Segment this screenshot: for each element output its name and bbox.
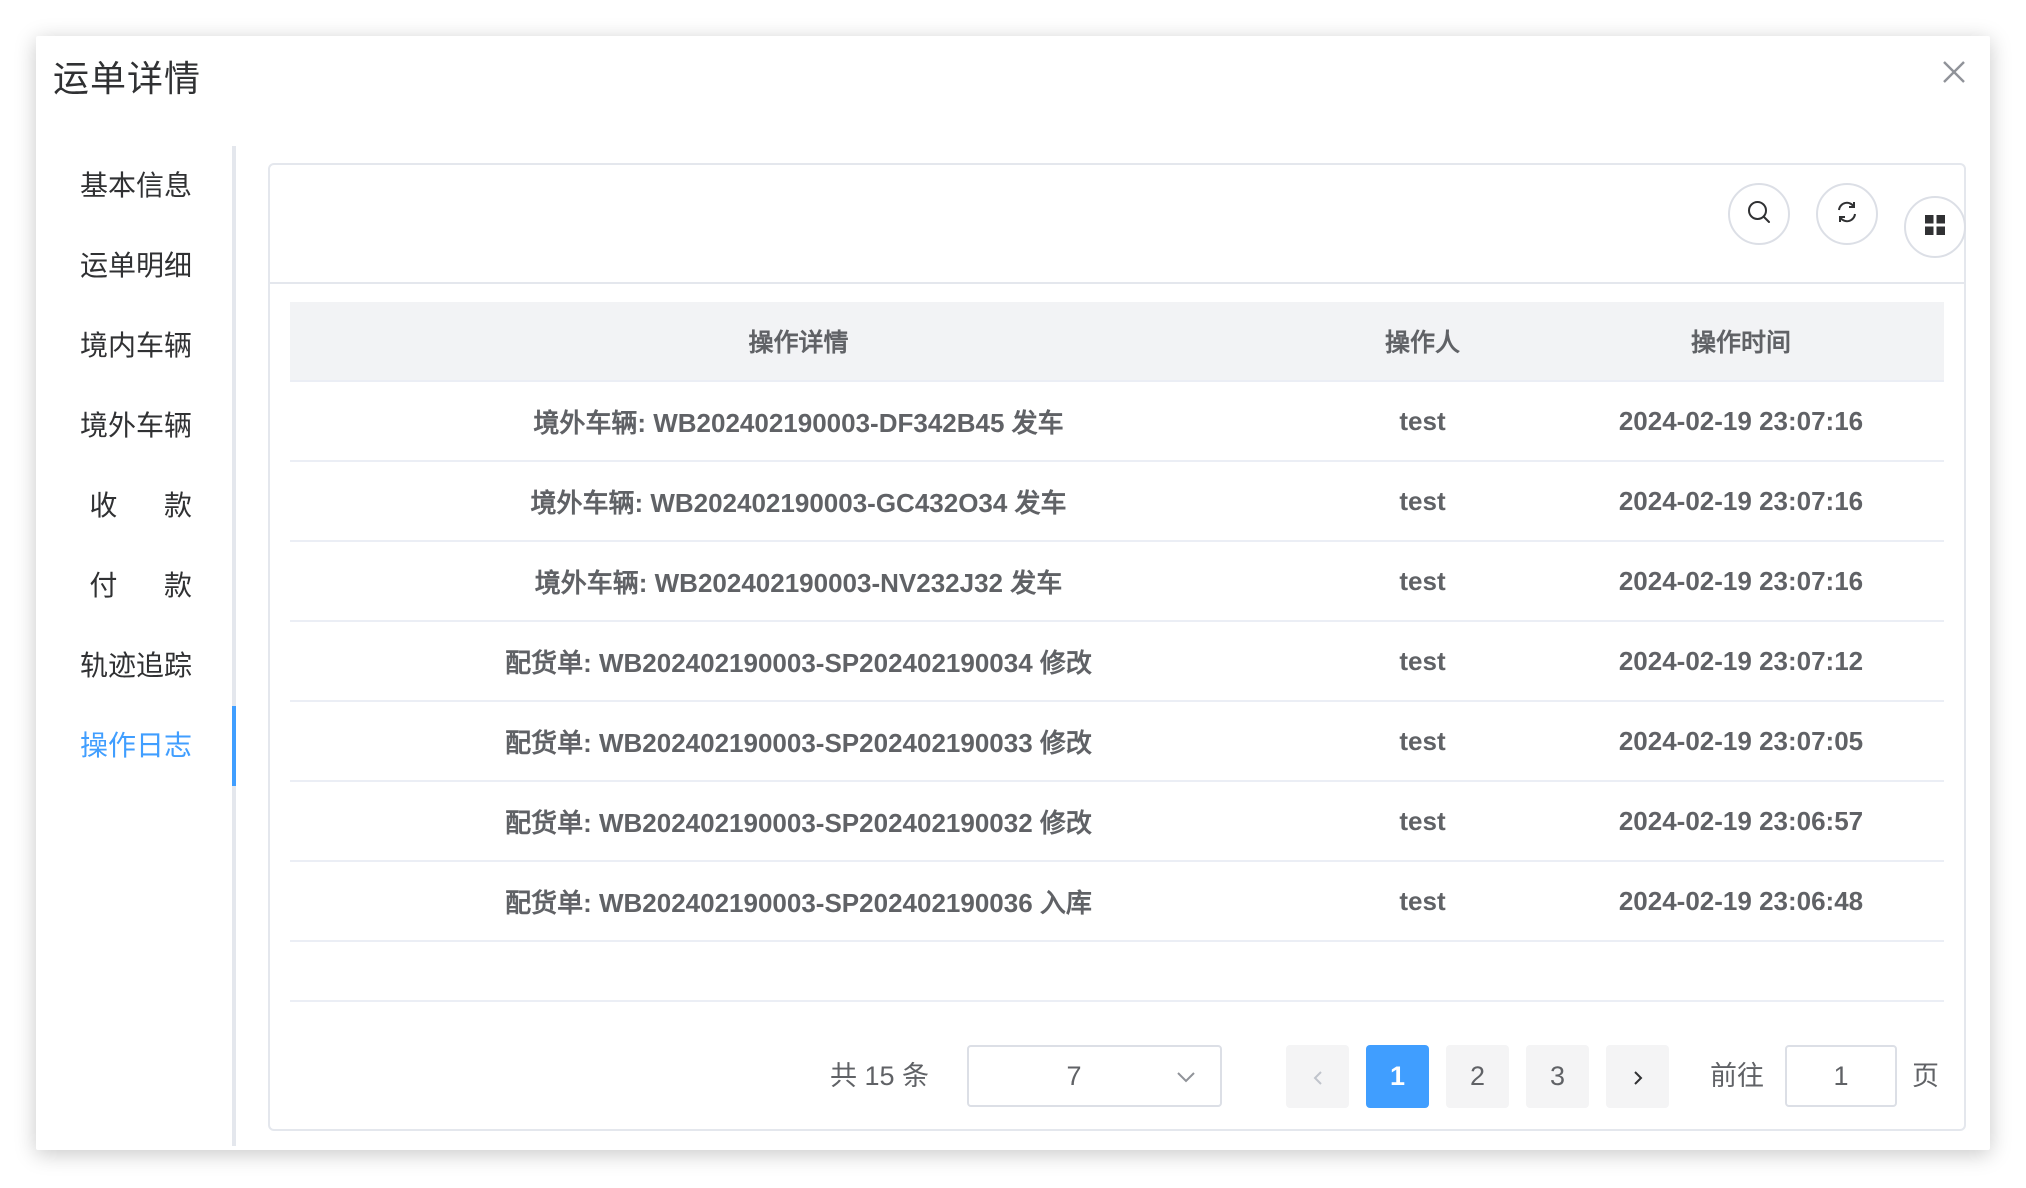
column-header-operator: 操作人 — [1384, 329, 1460, 357]
nav-item-payment[interactable]: 付 款 — [36, 546, 232, 626]
search-button[interactable] — [1728, 183, 1790, 245]
dialog-title: 运单详情 — [53, 58, 202, 99]
table-footer-spacer — [290, 942, 1944, 1002]
table-row: 配货单: WB202402190003-SP202402190032 修改 te… — [290, 782, 1944, 862]
cell-operator: test — [1399, 805, 1446, 836]
close-icon[interactable] — [1936, 54, 1972, 90]
chevron-down-icon — [1174, 1065, 1198, 1094]
table-row: 配货单: WB202402190003-SP202402190033 修改 te… — [290, 702, 1944, 782]
table-row: 配货单: WB202402190003-SP202402190034 修改 te… — [290, 622, 1944, 702]
cell-detail: 配货单: WB202402190003-SP202402190032 修改 — [505, 807, 1092, 838]
nav-active-indicator — [232, 706, 236, 786]
cell-operator: test — [1399, 485, 1446, 516]
cell-time: 2024-02-19 23:07:16 — [1618, 565, 1864, 596]
cell-detail: 境外车辆: WB202402190003-GC432O34 发车 — [530, 487, 1067, 518]
cell-time: 2024-02-19 23:07:12 — [1618, 645, 1864, 676]
operation-log-table: 操作详情 操作人 操作时间 境外车辆: WB202402190003-DF342… — [290, 302, 1944, 1002]
pagination-total: 共 15 条 — [830, 1061, 930, 1091]
cell-operator: test — [1399, 645, 1446, 676]
page-button-1[interactable]: 1 — [1366, 1045, 1429, 1108]
nav-item-waybill-detail[interactable]: 运单明细 — [36, 226, 232, 306]
nav-item-basic-info[interactable]: 基本信息 — [36, 146, 232, 226]
goto-page-input[interactable] — [1785, 1045, 1897, 1107]
cell-time: 2024-02-19 23:06:48 — [1618, 885, 1864, 916]
cell-detail: 境外车辆: WB202402190003-DF342B45 发车 — [533, 407, 1064, 438]
cell-time: 2024-02-19 23:07:05 — [1618, 725, 1864, 756]
prev-page-button[interactable] — [1286, 1045, 1349, 1108]
grid-icon — [1923, 213, 1947, 242]
page-suffix-label: 页 — [1912, 1061, 1939, 1091]
page-button-3[interactable]: 3 — [1526, 1045, 1589, 1108]
column-header-time: 操作时间 — [1690, 329, 1791, 357]
chevron-right-icon — [1628, 1061, 1648, 1091]
table-header: 操作详情 操作人 操作时间 — [290, 302, 1944, 382]
cell-operator: test — [1399, 725, 1446, 756]
nav-item-domestic-vehicle[interactable]: 境内车辆 — [36, 306, 232, 386]
next-page-button[interactable] — [1606, 1045, 1669, 1108]
nav-item-tracking[interactable]: 轨迹追踪 — [36, 626, 232, 706]
page-size-value: 7 — [1066, 1061, 1082, 1091]
cell-time: 2024-02-19 23:07:16 — [1618, 405, 1864, 436]
refresh-button[interactable] — [1816, 183, 1878, 245]
column-header-detail: 操作详情 — [748, 329, 849, 357]
goto-label: 前往 — [1710, 1061, 1764, 1091]
operation-log-panel: 操作详情 操作人 操作时间 境外车辆: WB202402190003-DF342… — [268, 163, 1966, 1131]
nav-item-operation-log[interactable]: 操作日志 — [36, 706, 232, 786]
search-icon — [1745, 198, 1773, 231]
page-button-2[interactable]: 2 — [1446, 1045, 1509, 1108]
table-row: 境外车辆: WB202402190003-NV232J32 发车 test 20… — [290, 542, 1944, 622]
cell-detail: 配货单: WB202402190003-SP202402190034 修改 — [505, 647, 1092, 678]
nav-item-receipt[interactable]: 收 款 — [36, 466, 232, 546]
page-size-select[interactable]: 7 — [967, 1045, 1222, 1107]
chevron-left-icon — [1308, 1061, 1328, 1091]
cell-detail: 境外车辆: WB202402190003-NV232J32 发车 — [534, 567, 1063, 598]
cell-detail: 配货单: WB202402190003-SP202402190033 修改 — [505, 727, 1092, 758]
table-toolbar — [270, 165, 1966, 284]
cell-operator: test — [1399, 405, 1446, 436]
pagination: 共 15 条 7 1 2 3 前往 1 页 — [270, 1045, 1964, 1108]
canvas: 运单详情 基本信息 运单明细 境内车辆 境外车辆 收 款 付 款 轨迹追踪 操作… — [0, 0, 2026, 1188]
refresh-icon — [1833, 198, 1861, 231]
cell-time: 2024-02-19 23:07:16 — [1618, 485, 1864, 516]
cell-time: 2024-02-19 23:06:57 — [1618, 805, 1864, 836]
table-row: 境外车辆: WB202402190003-GC432O34 发车 test 20… — [290, 462, 1944, 542]
nav-item-foreign-vehicle[interactable]: 境外车辆 — [36, 386, 232, 466]
column-settings-button[interactable] — [1904, 196, 1966, 258]
cell-detail: 配货单: WB202402190003-SP202402190036 入库 — [505, 887, 1092, 918]
table-row: 境外车辆: WB202402190003-DF342B45 发车 test 20… — [290, 382, 1944, 462]
side-nav: 基本信息 运单明细 境内车辆 境外车辆 收 款 付 款 轨迹追踪 操作日志 — [36, 146, 236, 1146]
cell-operator: test — [1399, 885, 1446, 916]
waybill-detail-dialog: 运单详情 基本信息 运单明细 境内车辆 境外车辆 收 款 付 款 轨迹追踪 操作… — [36, 36, 1990, 1150]
table-row: 配货单: WB202402190003-SP202402190036 入库 te… — [290, 862, 1944, 942]
cell-operator: test — [1399, 565, 1446, 596]
